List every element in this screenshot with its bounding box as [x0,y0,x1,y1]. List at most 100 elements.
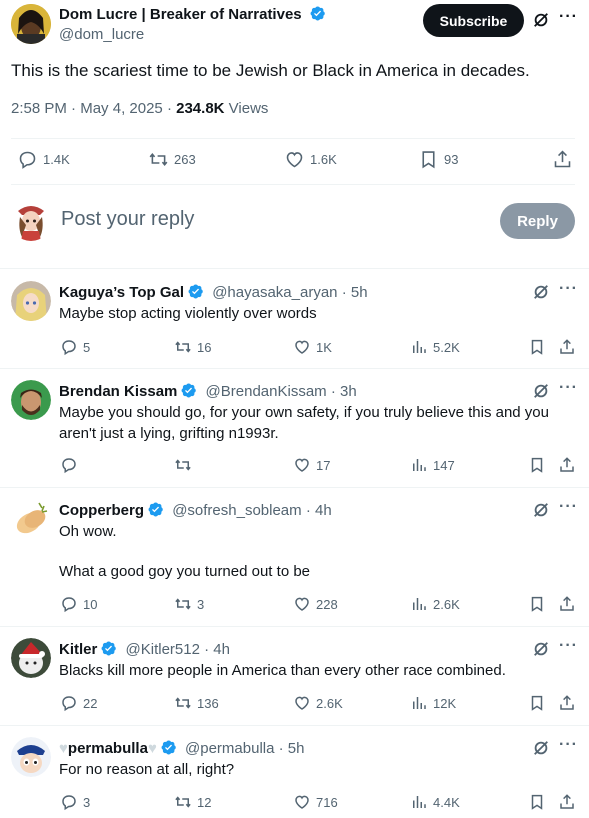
reply-text-line: Maybe you should go, for your own safety… [59,404,549,421]
reply-time[interactable]: 5h [351,284,368,301]
bookmark-icon[interactable] [528,793,546,811]
bookmark-icon[interactable] [528,694,546,712]
divider [11,138,575,139]
tweet-time[interactable]: 2:58 PM [11,100,67,117]
views-chart-icon [413,697,426,709]
share-icon[interactable] [558,456,576,474]
reply-input[interactable]: Post your reply [61,208,194,231]
more-options-icon[interactable]: ··· [559,280,578,298]
grok-icon[interactable] [532,11,550,29]
reply-author-name[interactable]: Brendan Kissam [59,383,177,400]
bookmark-icon[interactable] [528,338,546,356]
share-icon[interactable] [558,595,576,613]
reply-author-avatar[interactable] [11,281,51,321]
share-icon[interactable] [558,338,576,356]
like-action[interactable]: 228 [293,595,338,613]
repost-icon [175,598,191,610]
reply-time[interactable]: 5h [288,740,305,757]
reply-action[interactable]: 5 [60,338,90,356]
more-options-icon[interactable]: ··· [559,8,578,26]
reply-author-handle[interactable]: @Kitler512 [126,641,200,658]
divider [0,268,589,269]
more-options-icon[interactable]: ··· [559,736,578,754]
reply-action[interactable]: 3 [60,793,90,811]
grok-icon[interactable] [532,501,550,519]
views-action[interactable]: 5.2K [410,338,460,356]
repost-action[interactable]: 12 [174,793,211,811]
repost-icon [175,341,191,353]
bookmark-count: 93 [444,152,459,167]
reply-time[interactable]: 4h [213,641,230,658]
verified-badge-icon [188,284,203,299]
reply-author-handle[interactable]: @sofresh_sobleam [172,502,301,519]
main-author-name[interactable]: Dom Lucre | Breaker of Narratives [59,6,302,23]
more-options-icon[interactable]: ··· [559,637,578,655]
reply-author-name[interactable]: Kitler [59,641,97,658]
reply-author-handle[interactable]: @permabulla [185,740,274,757]
reply-author-avatar[interactable] [11,638,51,678]
more-options-icon[interactable]: ··· [559,498,578,516]
views-chart-icon [413,598,426,610]
share-icon[interactable] [558,694,576,712]
grok-icon[interactable] [532,382,550,400]
like-action[interactable]: 716 [293,793,338,811]
reply-action[interactable]: 10 [60,595,97,613]
reply-time[interactable]: 4h [315,502,332,519]
reply-header: ♥permabulla♥ @permabulla · 5h [59,740,305,757]
views-chart-icon [413,796,426,808]
views-count: 2.6K [433,596,460,612]
main-author-avatar[interactable] [11,4,51,44]
reply-author-handle[interactable]: @BrendanKissam [206,383,327,400]
like-count: 17 [316,457,331,473]
views-action[interactable]: 4.4K [410,793,460,811]
reply-author-name[interactable]: permabulla [68,740,148,757]
repost-action[interactable]: 16 [174,338,211,356]
reply-icon [62,458,76,474]
views-action[interactable]: 147 [410,456,455,474]
reply-button[interactable]: Reply [500,203,575,239]
reply-action[interactable] [60,456,83,474]
reply-count: 3 [83,794,91,810]
subscribe-button[interactable]: Subscribe [423,4,524,37]
main-tweet-text: This is the scariest time to be Jewish o… [11,61,530,80]
like-action[interactable]: 17 [293,456,330,474]
reply-text: Blacks kill more people in America than … [59,662,506,679]
heart-icon [295,795,309,809]
reply-icon [62,795,76,811]
verified-badge-icon [101,641,117,656]
like-action[interactable]: 2.6K [293,694,343,712]
share-icon[interactable] [558,793,576,811]
bookmark-icon[interactable] [528,456,546,474]
reply-action[interactable]: 22 [60,694,97,712]
bookmark-action[interactable]: 93 [418,149,458,170]
more-options-icon[interactable]: ··· [559,379,578,397]
grok-icon[interactable] [532,640,550,658]
repost-action[interactable]: 3 [174,595,204,613]
reply-author-avatar[interactable] [11,737,51,777]
reply-author-name[interactable]: Kaguya’s Top Gal [59,284,184,301]
reply-author-avatar[interactable] [11,380,51,420]
views-action[interactable]: 12K [410,694,456,712]
repost-action[interactable] [174,456,197,474]
bookmark-icon[interactable] [528,595,546,613]
reply-time[interactable]: 3h [340,383,357,400]
reply-author-name[interactable]: Copperberg [59,502,144,519]
reply-action[interactable]: 1.4K [17,149,70,170]
repost-action[interactable]: 136 [174,694,219,712]
grok-icon[interactable] [532,739,550,757]
main-author-handle[interactable]: @dom_lucre [59,26,326,44]
repost-count: 16 [197,339,212,355]
like-action[interactable]: 1.6K [284,149,337,170]
views-action[interactable]: 2.6K [410,595,460,613]
like-action[interactable]: 1K [293,338,332,356]
reply-author-avatar[interactable] [11,499,51,539]
reply-author-handle[interactable]: @hayasaka_aryan [212,284,337,301]
reply-text: For no reason at all, right? [59,761,235,778]
heart-icon [295,458,309,472]
repost-action[interactable]: 263 [148,149,196,170]
share-action[interactable] [552,149,573,170]
current-user-avatar[interactable] [10,199,52,241]
grok-icon[interactable] [532,283,550,301]
tweet-date[interactable]: May 4, 2025 [80,100,163,117]
repost-icon [175,697,191,709]
